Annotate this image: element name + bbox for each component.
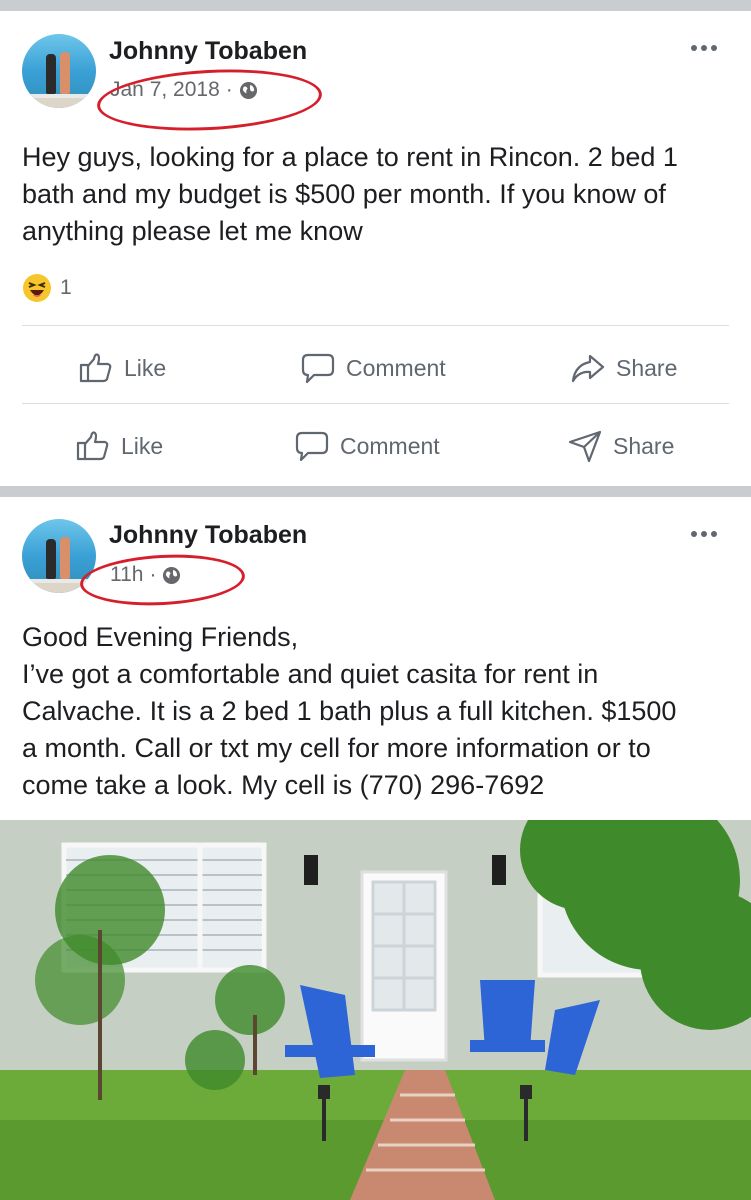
reaction-summary[interactable]: 1: [22, 273, 72, 303]
annotation-circle: [78, 550, 247, 610]
post: Johnny Tobaben 11h · Good Evening Friend…: [0, 497, 751, 1200]
action-bar: Like Comment Share: [0, 338, 751, 398]
feed-separator: [0, 0, 751, 11]
comment-bubble-icon: [301, 353, 335, 384]
like-button[interactable]: Like: [78, 338, 166, 398]
thumbs-up-icon: [76, 431, 109, 461]
avatar[interactable]: [22, 34, 96, 108]
feed-separator: [0, 486, 751, 497]
divider: [22, 325, 729, 326]
haha-emoji-icon: [23, 274, 51, 302]
action-bar: Like Comment Share: [0, 416, 751, 476]
share-button[interactable]: Share: [570, 338, 677, 398]
house-photo[interactable]: [0, 820, 751, 1200]
comment-button[interactable]: Comment: [300, 338, 446, 398]
thumbs-up-icon: [79, 353, 112, 383]
annotation-circle: [95, 64, 324, 136]
post: Johnny Tobaben Jan 7, 2018 · Hey guys, l…: [0, 11, 751, 486]
comment-button[interactable]: Comment: [294, 416, 440, 476]
comment-bubble-icon: [295, 431, 329, 462]
more-options-icon[interactable]: [691, 531, 717, 537]
post-text: Good Evening Friends, I’ve got a comfort…: [22, 622, 677, 800]
reaction-count: 1: [60, 276, 72, 299]
share-button[interactable]: Share: [567, 416, 674, 476]
author-name[interactable]: Johnny Tobaben: [109, 521, 307, 550]
more-options-icon[interactable]: [691, 45, 717, 51]
like-button[interactable]: Like: [75, 416, 163, 476]
share-arrow-icon: [571, 354, 605, 383]
paper-plane-icon: [568, 430, 602, 463]
author-name[interactable]: Johnny Tobaben: [109, 37, 307, 66]
divider: [22, 403, 729, 404]
post-text: Hey guys, looking for a place to rent in…: [22, 142, 678, 246]
